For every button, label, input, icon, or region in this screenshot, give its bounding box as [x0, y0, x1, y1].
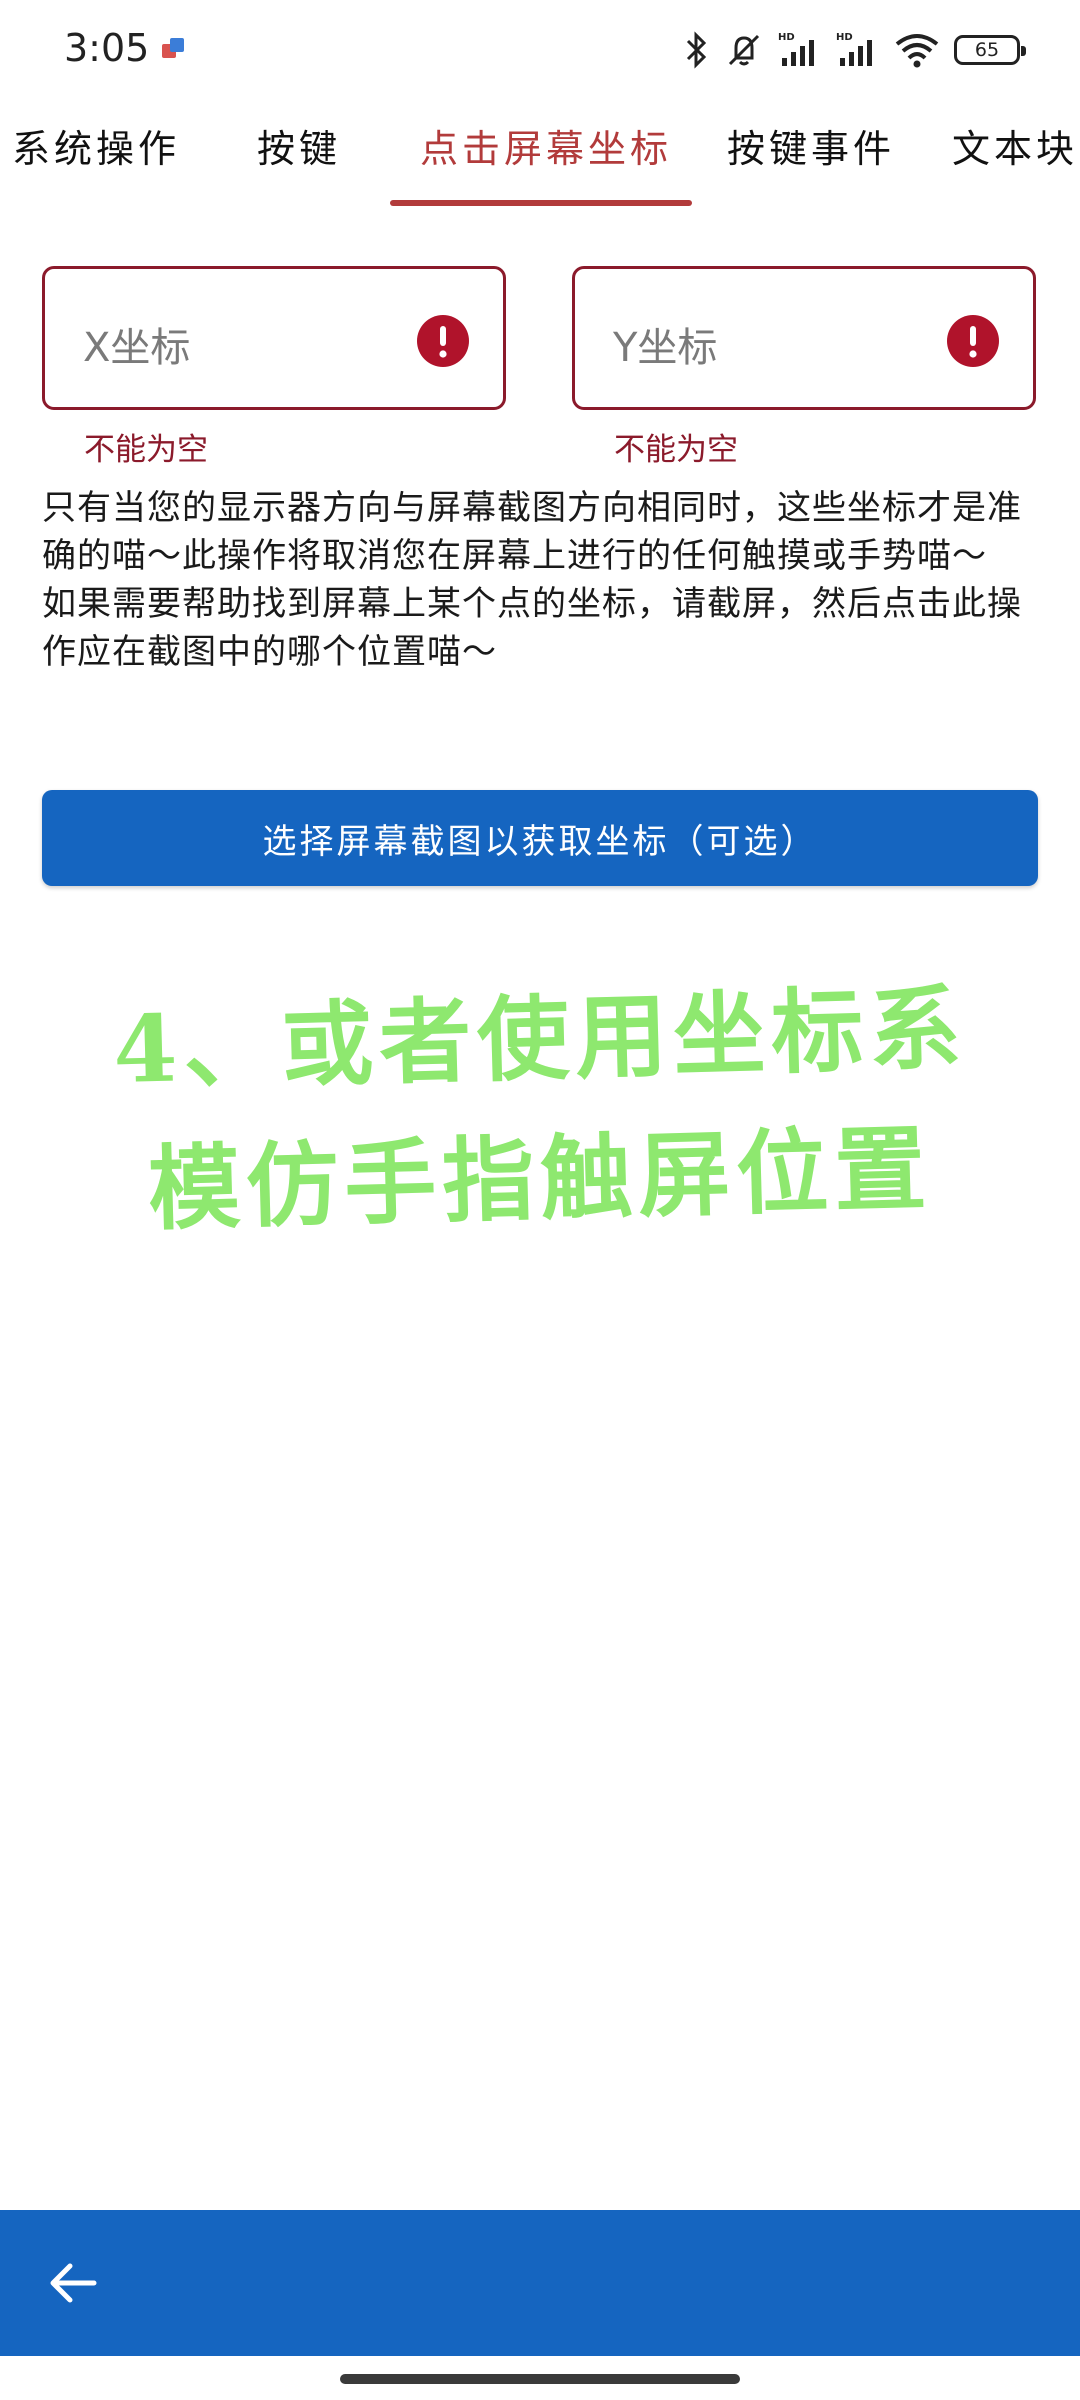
battery-icon: 65	[954, 35, 1026, 65]
annotation-line-1: 4、或者使用坐标系	[111, 973, 969, 1105]
tab-tap-screen-coordinates[interactable]: 点击屏幕坐标	[420, 118, 672, 173]
back-arrow-icon[interactable]	[44, 2254, 102, 2312]
signal-hd-1-icon: HD	[778, 32, 814, 66]
y-coordinate-placeholder: Y坐标	[613, 325, 718, 371]
tab-key-events[interactable]: 按键事件	[727, 118, 895, 173]
select-screenshot-button[interactable]: 选择屏幕截图以获取坐标（可选）	[42, 790, 1038, 886]
mute-icon	[728, 34, 760, 66]
x-field-error-message: 不能为空	[84, 432, 208, 468]
svg-text:HD: HD	[836, 32, 853, 43]
status-bar: 3:05 HD HD 65	[0, 0, 1080, 100]
tab-system-operations[interactable]: 系统操作	[12, 118, 180, 173]
x-coordinate-field[interactable]: X坐标	[42, 266, 506, 410]
status-icons: HD HD 65	[684, 28, 1026, 72]
bluetooth-icon	[686, 31, 707, 69]
y-field-error-icon	[947, 315, 999, 367]
tab-bar: 系统操作 按键 点击屏幕坐标 按键事件 文本块	[0, 100, 1080, 208]
x-field-error-icon	[417, 315, 469, 367]
svg-text:HD: HD	[778, 32, 795, 43]
signal-hd-2-icon: HD	[836, 32, 872, 66]
bottom-app-bar	[0, 2210, 1080, 2356]
wifi-icon	[895, 34, 939, 68]
home-indicator[interactable]	[340, 2374, 740, 2384]
active-tab-indicator	[390, 200, 692, 206]
annotation-line-2: 模仿手指触屏位置	[146, 1114, 934, 1244]
coordinate-description: 只有当您的显示器方向与屏幕截图方向相同时，这些坐标才是准确的喵～此操作将取消您在…	[42, 488, 1022, 672]
tab-keys[interactable]: 按键	[257, 118, 341, 173]
status-time: 3:05	[64, 26, 150, 70]
y-field-error-message: 不能为空	[614, 432, 738, 468]
tab-text-block[interactable]: 文本块	[952, 118, 1078, 173]
y-coordinate-field[interactable]: Y坐标	[572, 266, 1036, 410]
notification-app-icon	[162, 38, 184, 58]
x-coordinate-placeholder: X坐标	[83, 325, 191, 371]
